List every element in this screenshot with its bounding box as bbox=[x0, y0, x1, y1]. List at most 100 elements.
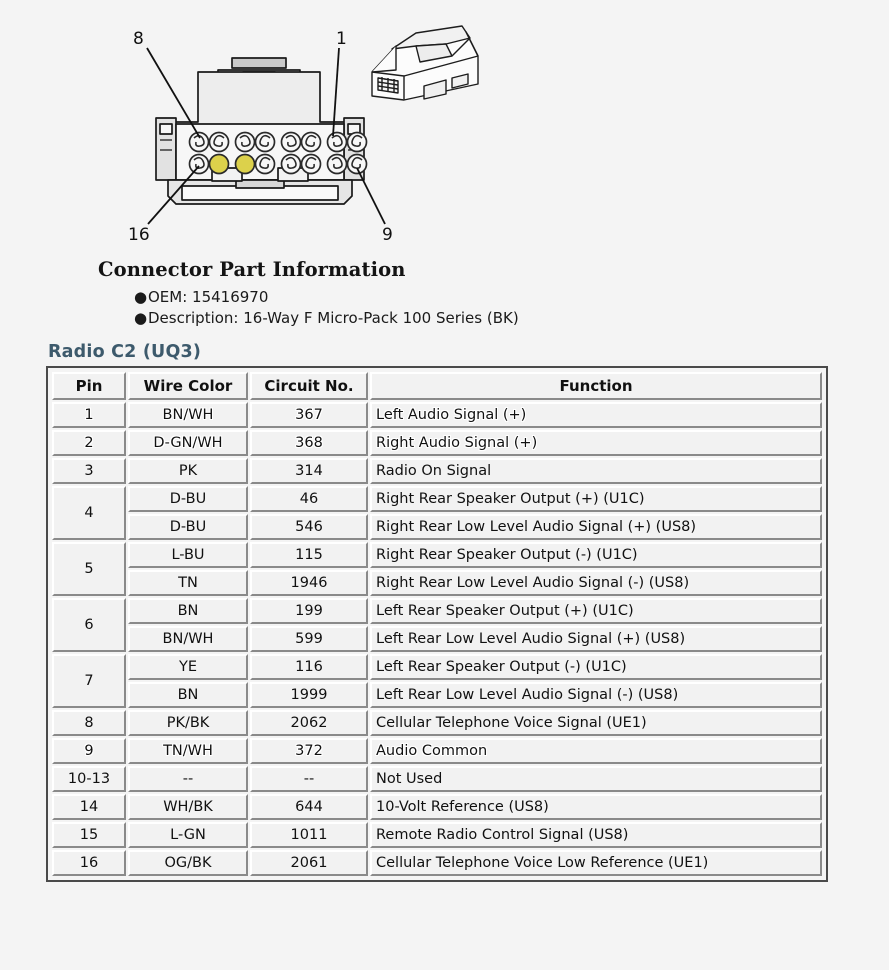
cell-pin: 6 bbox=[52, 598, 126, 652]
cell-function: Left Rear Low Level Audio Signal (+) (US… bbox=[370, 626, 822, 652]
callout-label-1: 1 bbox=[336, 29, 347, 49]
cell-function: Left Rear Low Level Audio Signal (-) (US… bbox=[370, 682, 822, 708]
part-info-heading: Connector Part Information bbox=[98, 258, 406, 281]
part-info-list: ● OEM: 15416970 ● Description: 16-Way F … bbox=[0, 287, 889, 329]
cell-pin: 15 bbox=[52, 822, 126, 848]
cell-wire-color: BN/WH bbox=[128, 626, 248, 652]
cell-circuit-no: 2061 bbox=[250, 850, 368, 876]
cell-circuit-no: 599 bbox=[250, 626, 368, 652]
cell-circuit-no: 115 bbox=[250, 542, 368, 568]
pinout-table-body: 1 BN/WH 367 Left Audio Signal (+) 2 D-GN/WH 36… bbox=[52, 402, 822, 876]
cell-wire-color: -- bbox=[128, 766, 248, 792]
cell-function: Right Rear Speaker Output (+) (U1C) bbox=[370, 486, 822, 512]
radio-c2-pinout-table: Pin Wire Color Circuit No. Function 1 BN/… bbox=[50, 370, 824, 878]
cell-pin: 5 bbox=[52, 542, 126, 596]
cell-function: Radio On Signal bbox=[370, 458, 822, 484]
bullet-icon: ● bbox=[134, 309, 148, 327]
table-row: 5 L-BU 115 Right Rear Speaker Output (-) (U… bbox=[52, 542, 822, 596]
cell-wire-color: WH/BK bbox=[128, 794, 248, 820]
cell-wire-color: L-GN bbox=[128, 822, 248, 848]
cell-function: Not Used bbox=[370, 766, 822, 792]
table-row: BN 1999 Left Rear Low Level Audio Signal (… bbox=[52, 682, 822, 708]
connector-diagram: 8 1 16 9 bbox=[0, 0, 889, 258]
part-info-item-oem-text: OEM: 15416970 bbox=[148, 288, 269, 306]
cell-wire-color: TN/WH bbox=[128, 738, 248, 764]
cell-wire-color: D-GN/WH bbox=[128, 430, 248, 456]
cell-wire-color: OG/BK bbox=[128, 850, 248, 876]
cell-pin: 3 bbox=[52, 458, 126, 484]
table-row: 16 OG/BK 2061 Cellular Telephone Voice Low … bbox=[52, 850, 822, 876]
cell-circuit-no: 1011 bbox=[250, 822, 368, 848]
table-row: TN 1946 Right Rear Low Level Audio Signal … bbox=[52, 570, 822, 596]
cell-wire-color: BN bbox=[128, 682, 248, 708]
cell-function: Cellular Telephone Voice Signal (UE1) bbox=[370, 710, 822, 736]
connector-part-information: Connector Part Information ● OEM: 154169… bbox=[0, 258, 889, 329]
column-header-circuit-no: Circuit No. bbox=[250, 372, 368, 400]
cell-function: Left Rear Speaker Output (-) (U1C) bbox=[370, 654, 822, 680]
cell-wire-color: TN bbox=[128, 570, 248, 596]
cell-function: Left Audio Signal (+) bbox=[370, 402, 822, 428]
column-header-function: Function bbox=[370, 372, 822, 400]
pin-cavity-15-highlighted bbox=[208, 153, 230, 175]
part-info-item-oem: ● OEM: 15416970 bbox=[0, 287, 889, 308]
pinout-table-head: Pin Wire Color Circuit No. Function bbox=[52, 372, 822, 400]
cell-circuit-no: 368 bbox=[250, 430, 368, 456]
cell-function: Remote Radio Control Signal (US8) bbox=[370, 822, 822, 848]
table-row: 14 WH/BK 644 10-Volt Reference (US8) bbox=[52, 794, 822, 820]
cell-pin: 16 bbox=[52, 850, 126, 876]
cell-circuit-no: 1999 bbox=[250, 682, 368, 708]
table-row: 9 TN/WH 372 Audio Common bbox=[52, 738, 822, 764]
table-row: 3 PK 314 Radio On Signal bbox=[52, 458, 822, 484]
cell-pin: 14 bbox=[52, 794, 126, 820]
cell-pin: 7 bbox=[52, 654, 126, 708]
cell-wire-color: PK/BK bbox=[128, 710, 248, 736]
callout-label-16: 16 bbox=[128, 225, 150, 245]
cell-wire-color: YE bbox=[128, 654, 248, 680]
callout-label-8: 8 bbox=[133, 29, 144, 49]
bullet-icon: ● bbox=[134, 288, 148, 306]
cell-wire-color: L-BU bbox=[128, 542, 248, 568]
cell-function: Right Rear Speaker Output (-) (U1C) bbox=[370, 542, 822, 568]
table-row: 7 YE 116 Left Rear Speaker Output (-) (U1C) bbox=[52, 654, 822, 708]
cell-wire-color: BN bbox=[128, 598, 248, 624]
cell-function: Left Rear Speaker Output (+) (U1C) bbox=[370, 598, 822, 624]
callout-label-9: 9 bbox=[382, 225, 393, 245]
column-header-wire-color: Wire Color bbox=[128, 372, 248, 400]
cell-circuit-no: 1946 bbox=[250, 570, 368, 596]
column-header-pin: Pin bbox=[52, 372, 126, 400]
table-row: 10-13 -- -- Not Used bbox=[52, 766, 822, 792]
connector-diagram-svg: 8 1 16 9 bbox=[0, 0, 889, 258]
cell-circuit-no: 372 bbox=[250, 738, 368, 764]
cell-function: 10-Volt Reference (US8) bbox=[370, 794, 822, 820]
cell-wire-color: BN/WH bbox=[128, 402, 248, 428]
table-row: 15 L-GN 1011 Remote Radio Control Signal (U… bbox=[52, 822, 822, 848]
cell-circuit-no: 2062 bbox=[250, 710, 368, 736]
cell-function: Audio Common bbox=[370, 738, 822, 764]
cell-wire-color: D-BU bbox=[128, 486, 248, 512]
cell-pin: 10-13 bbox=[52, 766, 126, 792]
cell-pin: 2 bbox=[52, 430, 126, 456]
table-row: 6 BN 199 Left Rear Speaker Output (+) (U1C) bbox=[52, 598, 822, 652]
part-info-item-description-text: Description: 16-Way F Micro-Pack 100 Ser… bbox=[148, 309, 519, 327]
cell-circuit-no: 546 bbox=[250, 514, 368, 540]
cell-function: Right Rear Low Level Audio Signal (-) (U… bbox=[370, 570, 822, 596]
cell-circuit-no: 46 bbox=[250, 486, 368, 512]
part-info-item-description: ● Description: 16-Way F Micro-Pack 100 S… bbox=[0, 308, 889, 329]
section-heading-radio-c2: Radio C2 (UQ3) bbox=[48, 342, 202, 362]
cell-wire-color: PK bbox=[128, 458, 248, 484]
table-row: D-BU 546 Right Rear Low Level Audio Signal… bbox=[52, 514, 822, 540]
pin-cavity-14-highlighted bbox=[234, 153, 256, 175]
cell-circuit-no: 644 bbox=[250, 794, 368, 820]
cell-pin: 9 bbox=[52, 738, 126, 764]
cell-function: Right Audio Signal (+) bbox=[370, 430, 822, 456]
table-row: 8 PK/BK 2062 Cellular Telephone Voice Signa… bbox=[52, 710, 822, 736]
cell-pin: 4 bbox=[52, 486, 126, 540]
cell-circuit-no: 367 bbox=[250, 402, 368, 428]
cell-wire-color: D-BU bbox=[128, 514, 248, 540]
cell-circuit-no: 199 bbox=[250, 598, 368, 624]
table-row: 1 BN/WH 367 Left Audio Signal (+) bbox=[52, 402, 822, 428]
cell-function: Cellular Telephone Voice Low Reference (… bbox=[370, 850, 822, 876]
cell-circuit-no: 116 bbox=[250, 654, 368, 680]
cell-circuit-no: -- bbox=[250, 766, 368, 792]
table-header-row: Pin Wire Color Circuit No. Function bbox=[52, 372, 822, 400]
